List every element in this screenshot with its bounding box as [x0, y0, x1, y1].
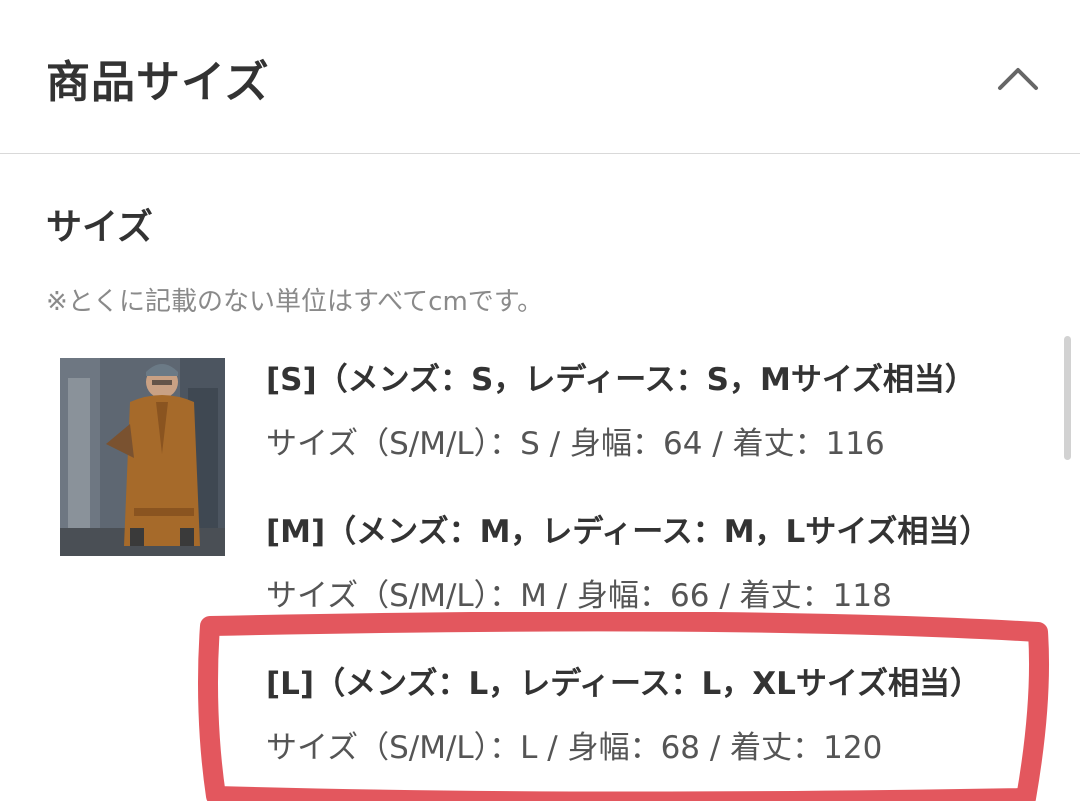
size-heading: [M]（メンズ：M，レディース：M，Lサイズ相当）: [266, 514, 991, 550]
product-size-panel: 商品サイズ サイズ ※とくに記載のない単位はすべてcmです。 [S]（メンズ：S…: [0, 0, 1080, 801]
size-entry-s: [S]（メンズ：S，レディース：S，Mサイズ相当） サイズ（S/M/L）：S /…: [266, 358, 1046, 466]
size-entry-l: [L]（メンズ：L，レディース：L，XLサイズ相当） サイズ（S/M/L）：L …: [266, 662, 1046, 770]
size-entry-m: [M]（メンズ：M，レディース：M，Lサイズ相当） サイズ（S/M/L）：M /…: [266, 510, 1046, 618]
size-detail: サイズ（S/M/L）：S / 身幅：64 / 着丈：116: [266, 426, 885, 462]
scrollbar[interactable]: [1064, 336, 1071, 460]
size-detail: サイズ（S/M/L）：M / 身幅：66 / 着丈：118: [266, 578, 892, 614]
size-heading: [S]（メンズ：S，レディース：S，Mサイズ相当）: [266, 362, 976, 398]
page-title: 商品サイズ: [46, 57, 270, 108]
unit-note: ※とくに記載のない単位はすべてcmです。: [46, 287, 544, 317]
product-thumbnail[interactable]: [60, 358, 225, 556]
size-heading: [L]（メンズ：L，レディース：L，XLサイズ相当）: [266, 666, 981, 702]
size-detail: サイズ（S/M/L）：L / 身幅：68 / 着丈：120: [266, 730, 883, 766]
chevron-up-icon[interactable]: [990, 52, 1046, 104]
section-title: サイズ: [46, 207, 153, 248]
accordion-header[interactable]: 商品サイズ: [0, 0, 1080, 154]
